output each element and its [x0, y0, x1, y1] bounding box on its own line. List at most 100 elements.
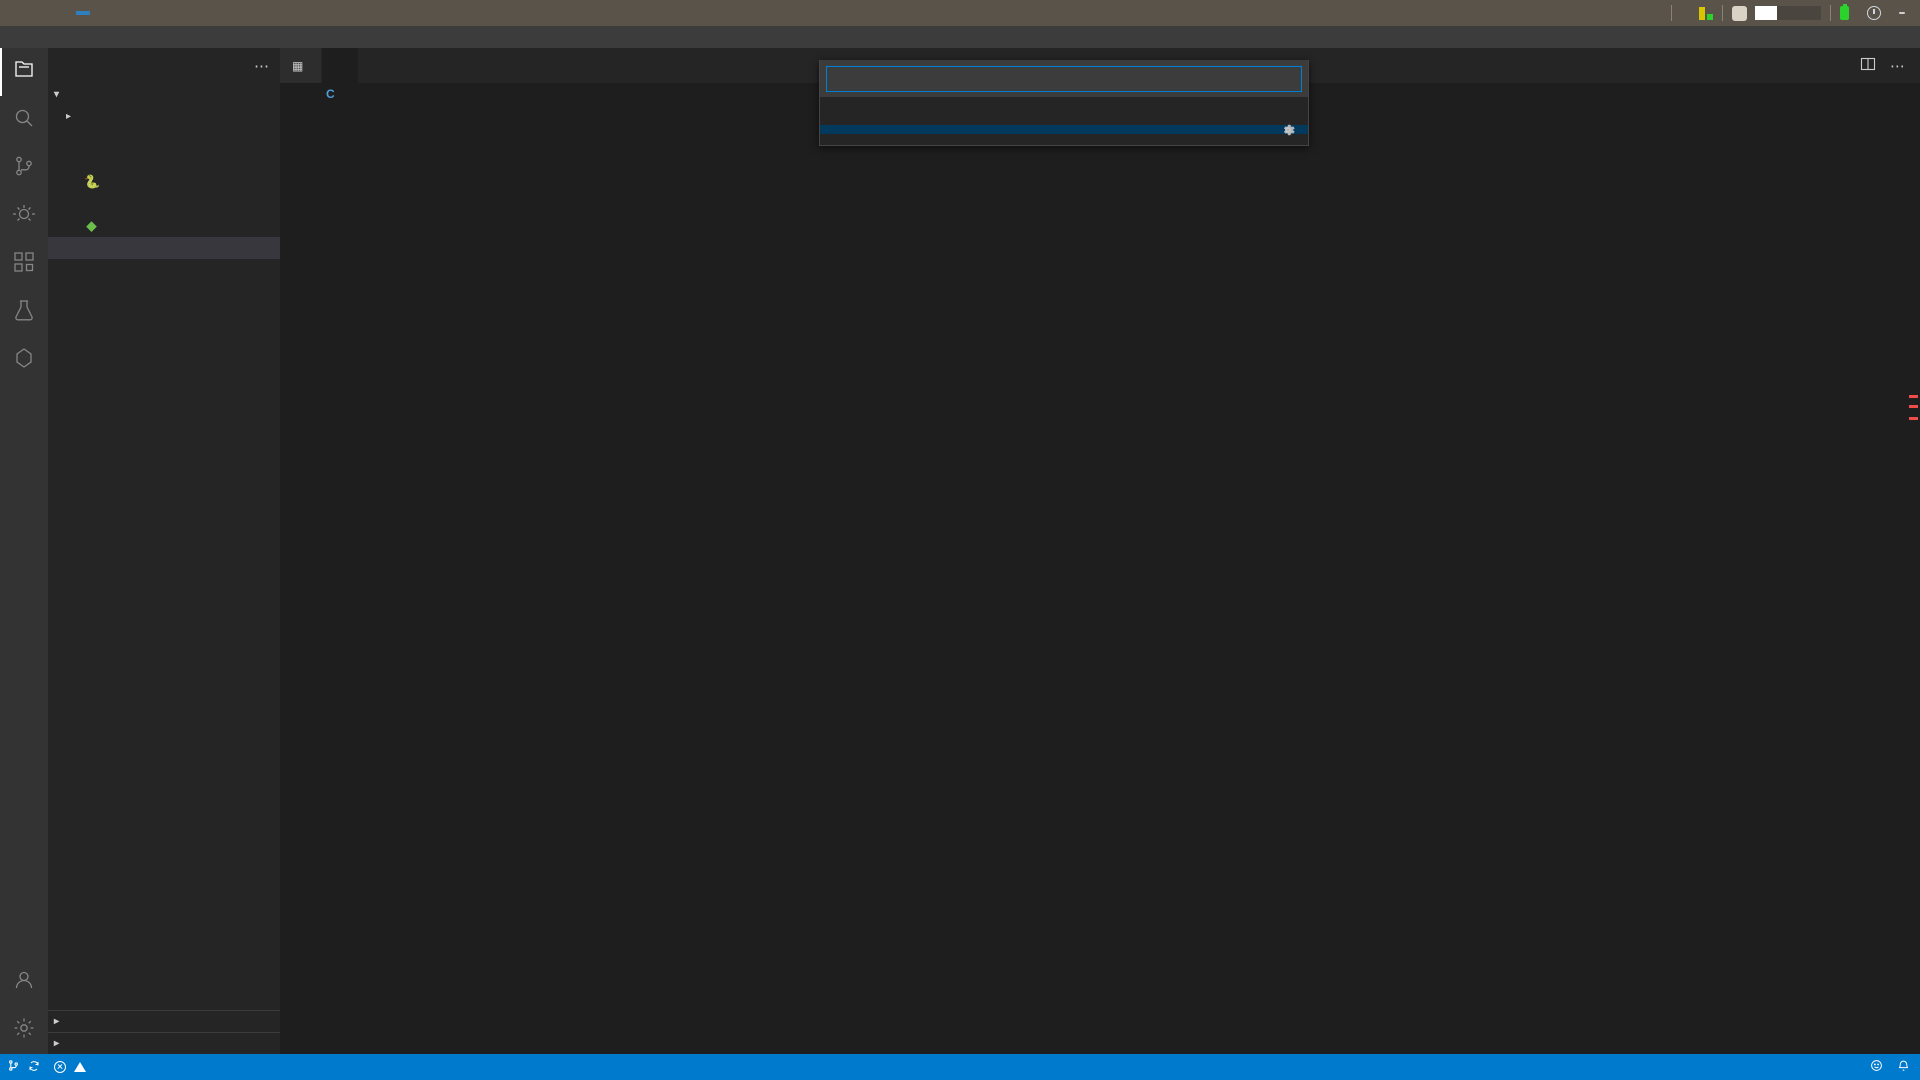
chevron-right-icon: ▸ [66, 110, 72, 122]
quick-pick-item-meson-build-systracker[interactable] [820, 134, 1308, 143]
memory-bars-icon [1755, 6, 1821, 20]
debug-icon [12, 202, 36, 230]
split-editor-icon[interactable] [1860, 56, 1876, 76]
source-control-icon [7, 1059, 20, 1075]
activity-testing[interactable] [0, 288, 48, 336]
editor-actions: ⋯ [1846, 48, 1920, 83]
quick-pick-item-arm-none-eabi-gcc[interactable] [820, 104, 1308, 111]
status-eol[interactable] [1821, 1054, 1835, 1080]
overview-ruler[interactable] [1906, 105, 1920, 1054]
extensions-icon: ▦ [292, 58, 304, 73]
workspace-5[interactable] [62, 11, 76, 15]
status-notifications[interactable] [1890, 1054, 1920, 1080]
sidebar-explorer: ⋯ ▾ ▸ 🐍 ◆ ▸ ▸ [48, 48, 280, 1054]
status-bar [0, 1054, 1920, 1080]
status-encoding[interactable] [1807, 1054, 1821, 1080]
keyboard-layout-icon[interactable] [1899, 12, 1905, 14]
wm-status-modules [1653, 4, 1914, 21]
file-tree: ▸ 🐍 ◆ [48, 105, 280, 259]
beaker-icon [12, 298, 36, 326]
tree-item-builddir[interactable]: ▸ [48, 105, 280, 127]
workspace-2[interactable] [20, 11, 34, 15]
line-number-gutter [280, 105, 336, 1054]
status-platform[interactable] [1849, 1054, 1863, 1080]
activity-settings[interactable] [0, 1006, 48, 1054]
menu-view[interactable] [54, 35, 70, 39]
tree-item-systracker-c[interactable] [48, 237, 280, 259]
workspace-7[interactable] [90, 11, 104, 15]
status-feedback[interactable] [1863, 1054, 1890, 1080]
panel-outline[interactable]: ▸ [48, 1010, 280, 1032]
workspace-10[interactable] [132, 11, 146, 15]
panel-timeline[interactable]: ▸ [48, 1032, 280, 1054]
tab-extension-cpp-pack[interactable]: ▦ [280, 48, 323, 83]
tree-item-mem-c[interactable] [48, 193, 280, 215]
memory-module [1723, 5, 1830, 21]
code-lines[interactable] [336, 105, 1824, 1054]
warning-icon [74, 1062, 86, 1072]
workbench: ⋯ ▾ ▸ 🐍 ◆ ▸ ▸ ▦ ⋯ C [0, 48, 1920, 1054]
window-manager-bar [0, 0, 1920, 26]
explorer-section-header[interactable]: ▾ [48, 83, 280, 105]
activity-run-debug[interactable] [0, 192, 48, 240]
activity-extensions[interactable] [0, 240, 48, 288]
quick-pick-item-clang[interactable] [820, 111, 1308, 118]
battery-icon [1840, 4, 1849, 20]
code-area [280, 105, 1920, 1054]
chevron-down-icon: ▾ [54, 88, 60, 100]
menu-edit[interactable] [22, 35, 38, 39]
divider [1670, 5, 1672, 21]
clock-icon [1867, 6, 1881, 20]
extensions-icon [12, 250, 36, 278]
tree-item-block-c[interactable] [48, 127, 280, 149]
status-indentation[interactable] [1793, 1054, 1807, 1080]
menu-terminal[interactable] [102, 35, 118, 39]
workspace-9[interactable] [118, 11, 132, 15]
c-file-icon: C [326, 87, 335, 101]
menu-bar [0, 26, 1920, 48]
tab-systracker-c[interactable] [322, 48, 360, 83]
ellipsis-icon[interactable]: ⋯ [1890, 57, 1906, 75]
keyboard-layout-module[interactable] [1890, 5, 1914, 21]
quick-pick-item-meson-build-all[interactable] [820, 124, 1308, 135]
account-icon [12, 968, 36, 996]
menu-help[interactable] [118, 35, 134, 39]
workspace-4[interactable] [48, 11, 62, 15]
status-vim-mode [97, 1054, 122, 1080]
status-cursor-position[interactable] [1779, 1054, 1793, 1080]
cpu-load-graph [1690, 5, 1722, 21]
menu-go[interactable] [70, 35, 86, 39]
workspace-3[interactable] [34, 11, 48, 15]
quick-pick-build-task[interactable] [819, 60, 1309, 146]
workspace-6-active[interactable] [76, 11, 90, 15]
menu-selection[interactable] [38, 35, 54, 39]
quick-pick-item-gcc[interactable] [820, 118, 1308, 125]
activity-explorer[interactable] [0, 48, 48, 96]
error-marker [1909, 405, 1918, 408]
workspace-1[interactable] [6, 11, 20, 15]
activity-search[interactable] [0, 96, 48, 144]
workspace-list[interactable] [6, 11, 146, 15]
source-control-icon [12, 154, 36, 182]
menu-run[interactable] [86, 35, 102, 39]
quick-pick-input[interactable] [826, 66, 1302, 92]
sidebar-title-row: ⋯ [48, 48, 280, 83]
status-problems[interactable] [47, 1054, 97, 1080]
quick-pick-item-aarch64-gcc[interactable] [820, 97, 1308, 104]
gear-icon [12, 1016, 36, 1044]
tree-item-importer-py[interactable]: 🐍 [48, 171, 280, 193]
tree-item-cpu-c[interactable] [48, 149, 280, 171]
code-editor[interactable] [280, 105, 1824, 1054]
battery-module [1831, 4, 1858, 21]
status-language-mode[interactable] [1835, 1054, 1849, 1080]
bell-icon [1897, 1059, 1910, 1075]
tree-item-meson-build[interactable]: ◆ [48, 215, 280, 237]
activity-meson[interactable] [0, 336, 48, 384]
ellipsis-icon[interactable]: ⋯ [254, 57, 270, 75]
activity-accounts[interactable] [0, 958, 48, 1006]
status-branch[interactable] [0, 1054, 47, 1080]
error-marker [1909, 417, 1918, 420]
menu-file[interactable] [6, 35, 22, 39]
activity-source-control[interactable] [0, 144, 48, 192]
workspace-8[interactable] [104, 11, 118, 15]
